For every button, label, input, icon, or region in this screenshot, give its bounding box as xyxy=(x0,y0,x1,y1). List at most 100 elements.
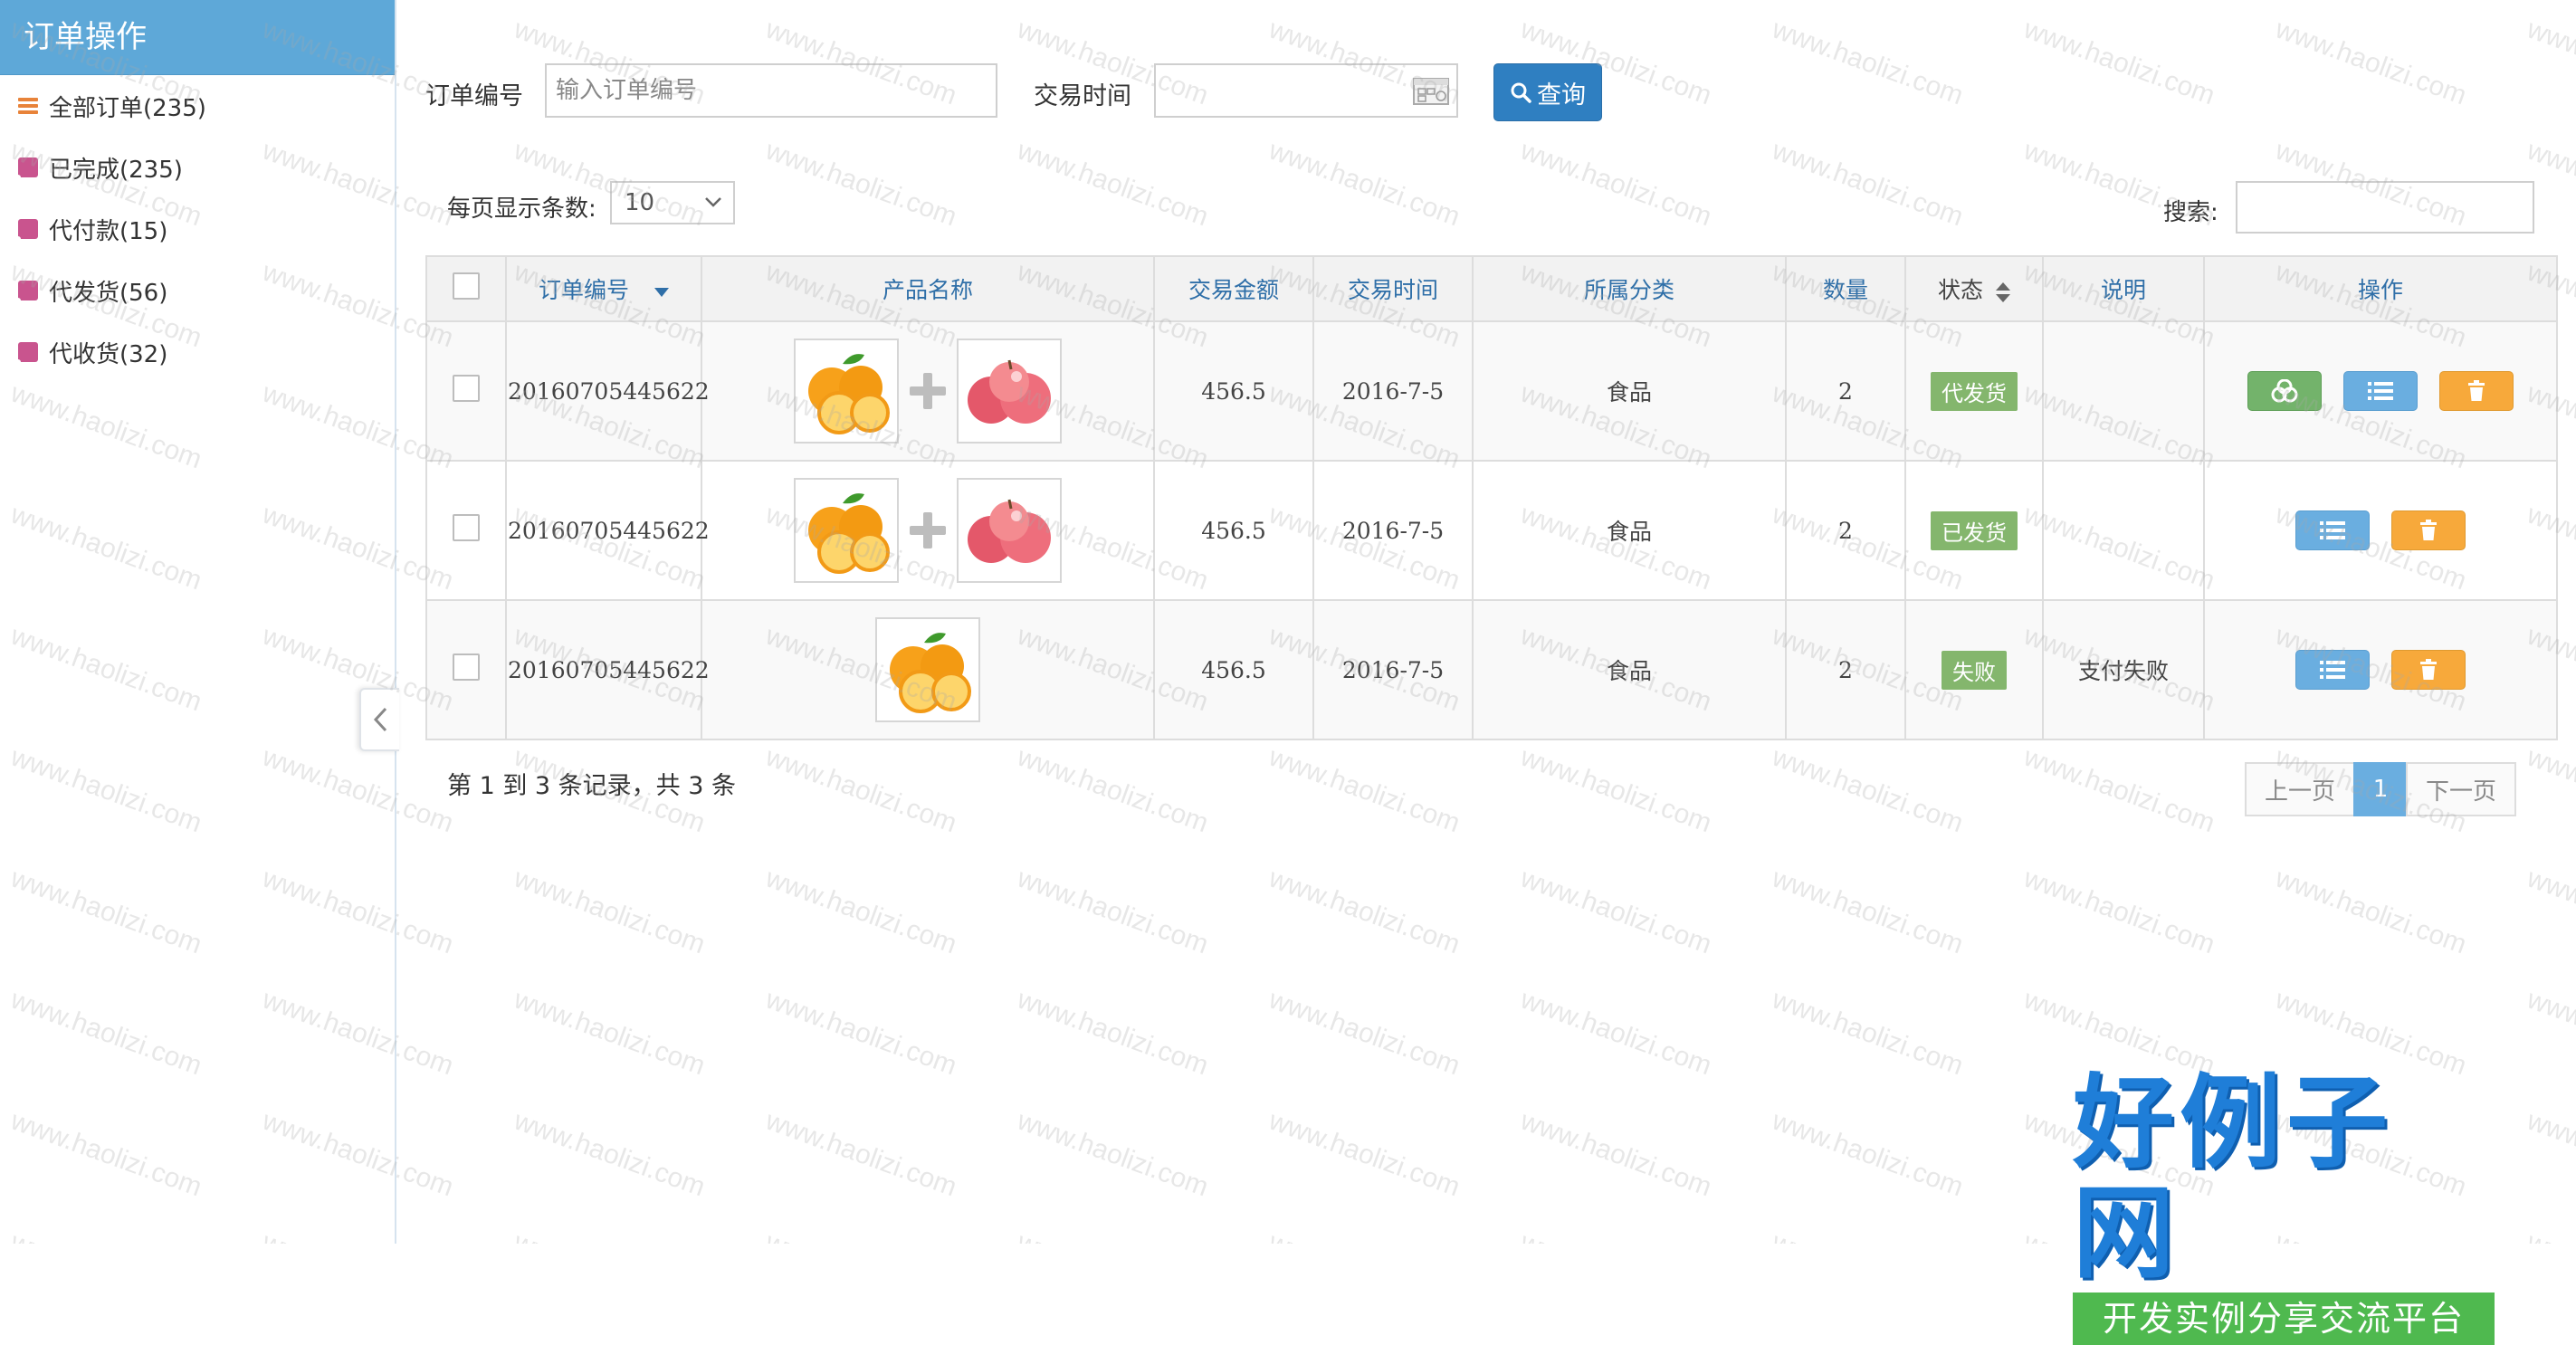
tag-icon xyxy=(15,342,38,365)
row-checkbox[interactable] xyxy=(453,514,480,541)
category-cell: 食品 xyxy=(1472,599,1787,740)
sidebar-item-completed[interactable]: 已完成(235) xyxy=(0,137,395,198)
actions-cell xyxy=(2203,599,2558,740)
tag-icon xyxy=(15,219,38,242)
table-search-input[interactable] xyxy=(2236,181,2534,234)
date-cell: 2016-7-5 xyxy=(1312,460,1474,601)
trash-icon xyxy=(2467,380,2485,401)
query-button[interactable]: 查询 xyxy=(1493,63,1602,121)
page-1-button[interactable]: 1 xyxy=(2353,762,2408,816)
sidebar-item-pending-payment[interactable]: 代付款(15) xyxy=(0,198,395,260)
list-button[interactable] xyxy=(2295,650,2371,690)
status-cell: 失败 xyxy=(1904,599,2044,740)
status-cell: 代发货 xyxy=(1904,320,2044,462)
sort-desc-icon xyxy=(654,287,669,297)
note-cell: 支付失败 xyxy=(2042,599,2205,740)
sidebar-item-all-orders[interactable]: 全部订单(235) xyxy=(0,75,395,137)
status-cell: 已发货 xyxy=(1904,460,2044,601)
watermark-text: www.haolizi.com xyxy=(2523,1226,2576,1244)
watermark-text: www.haolizi.com xyxy=(1768,1226,1968,1244)
status-badge: 已发货 xyxy=(1931,510,2018,550)
list-icon xyxy=(2320,661,2346,679)
status-badge: 代发货 xyxy=(1931,371,2018,411)
watermark-text: www.haolizi.com xyxy=(761,984,961,1081)
column-label: 产品名称 xyxy=(882,277,973,303)
orders-table: 订单编号 产品名称 交易金额 交易时间 所属分类 数量 状态 说明 操作 201… xyxy=(425,255,2558,740)
watermark-text: www.haolizi.com xyxy=(1013,135,1213,232)
watermark-text: www.haolizi.com xyxy=(1013,1226,1213,1244)
watermark-text: www.haolizi.com xyxy=(1768,135,1968,232)
orange-product-image xyxy=(875,617,980,722)
query-button-label: 查询 xyxy=(1537,81,1586,110)
prev-page-button[interactable]: 上一页 xyxy=(2245,762,2355,816)
delete-button[interactable] xyxy=(2390,510,2466,550)
watermark-text: www.haolizi.com xyxy=(1768,14,1968,110)
watermark-text: www.haolizi.com xyxy=(1013,741,1213,838)
status-badge: 失败 xyxy=(1942,650,2007,690)
watermark-text: www.haolizi.com xyxy=(1013,1105,1213,1202)
watermark-text: www.haolizi.com xyxy=(1264,863,1465,959)
row-checkbox[interactable] xyxy=(453,375,480,402)
watermark-text: www.haolizi.com xyxy=(1264,1105,1465,1202)
list-button[interactable] xyxy=(2295,510,2371,550)
list-button[interactable] xyxy=(2343,371,2418,411)
date-cell: 2016-7-5 xyxy=(1312,599,1474,740)
col-actions: 操作 xyxy=(2203,255,2558,322)
sidebar-collapse-button[interactable] xyxy=(359,688,399,751)
column-label: 状态 xyxy=(1937,277,1983,303)
orange-product-image xyxy=(794,339,899,444)
delete-button[interactable] xyxy=(2438,371,2514,411)
watermark-text: www.haolizi.com xyxy=(1516,984,1716,1081)
watermark-text: www.haolizi.com xyxy=(2523,741,2576,838)
chevron-left-icon xyxy=(373,707,387,732)
watermark-text: www.haolizi.com xyxy=(1264,984,1465,1081)
watermark-text: www.haolizi.com xyxy=(761,135,961,232)
col-note: 说明 xyxy=(2042,255,2205,322)
watermark-text: www.haolizi.com xyxy=(2271,14,2471,110)
search-label: 搜索: xyxy=(2163,199,2218,226)
page-size-select[interactable]: 10 xyxy=(610,181,735,224)
select-all-checkbox[interactable] xyxy=(453,272,480,300)
product-cell xyxy=(701,460,1155,601)
sidebar-item-pending-receipt[interactable]: 代收货(32) xyxy=(0,321,395,383)
record-info: 第 1 到 3 条记录，共 3 条 xyxy=(447,772,737,800)
detail-view-button[interactable] xyxy=(2247,371,2323,411)
actions-cell xyxy=(2203,320,2558,462)
delete-button[interactable] xyxy=(2390,650,2466,690)
watermark-text: www.haolizi.com xyxy=(510,1226,710,1244)
watermark-text: www.haolizi.com xyxy=(2523,14,2576,110)
product-cell xyxy=(701,599,1155,740)
trade-time-label: 交易时间 xyxy=(1034,82,1131,110)
watermark-text: www.haolizi.com xyxy=(1264,135,1465,232)
quantity-cell: 2 xyxy=(1785,599,1906,740)
apple-product-image xyxy=(957,478,1062,583)
row-select-cell xyxy=(425,599,507,740)
row-checkbox[interactable] xyxy=(453,653,480,681)
col-order-no[interactable]: 订单编号 xyxy=(505,255,702,322)
next-page-button[interactable]: 下一页 xyxy=(2406,762,2516,816)
table-header-row: 订单编号 产品名称 交易金额 交易时间 所属分类 数量 状态 说明 操作 xyxy=(425,255,2558,322)
col-amount: 交易金额 xyxy=(1153,255,1314,322)
col-status[interactable]: 状态 xyxy=(1904,255,2044,322)
apple-product-image xyxy=(957,339,1062,444)
col-category: 所属分类 xyxy=(1472,255,1787,322)
watermark-text: www.haolizi.com xyxy=(2523,863,2576,959)
watermark-text: www.haolizi.com xyxy=(1264,1226,1465,1244)
list-icon xyxy=(2320,521,2346,539)
watermark-text: www.haolizi.com xyxy=(1516,1226,1716,1244)
order-no-cell: 20160705445622 xyxy=(505,460,710,601)
quantity-cell: 2 xyxy=(1785,320,1906,462)
sidebar-item-pending-shipment[interactable]: 代发货(56) xyxy=(0,260,395,321)
amount-cell: 456.5 xyxy=(1153,460,1314,601)
table-row: 20160705445622 456.5 2016-7-5 食品 2 失败 支付… xyxy=(425,599,2558,740)
watermark-text: www.haolizi.com xyxy=(761,1105,961,1202)
trade-time-input[interactable] xyxy=(1154,63,1458,118)
actions-cell xyxy=(2203,460,2558,601)
order-no-input[interactable] xyxy=(545,63,997,118)
watermark-text: www.haolizi.com xyxy=(510,863,710,959)
watermark-text: www.haolizi.com xyxy=(1516,741,1716,838)
date-cell: 2016-7-5 xyxy=(1312,320,1474,462)
watermark-text: www.haolizi.com xyxy=(761,1226,961,1244)
column-label: 交易金额 xyxy=(1188,277,1279,303)
watermark-text: www.haolizi.com xyxy=(2019,14,2219,110)
